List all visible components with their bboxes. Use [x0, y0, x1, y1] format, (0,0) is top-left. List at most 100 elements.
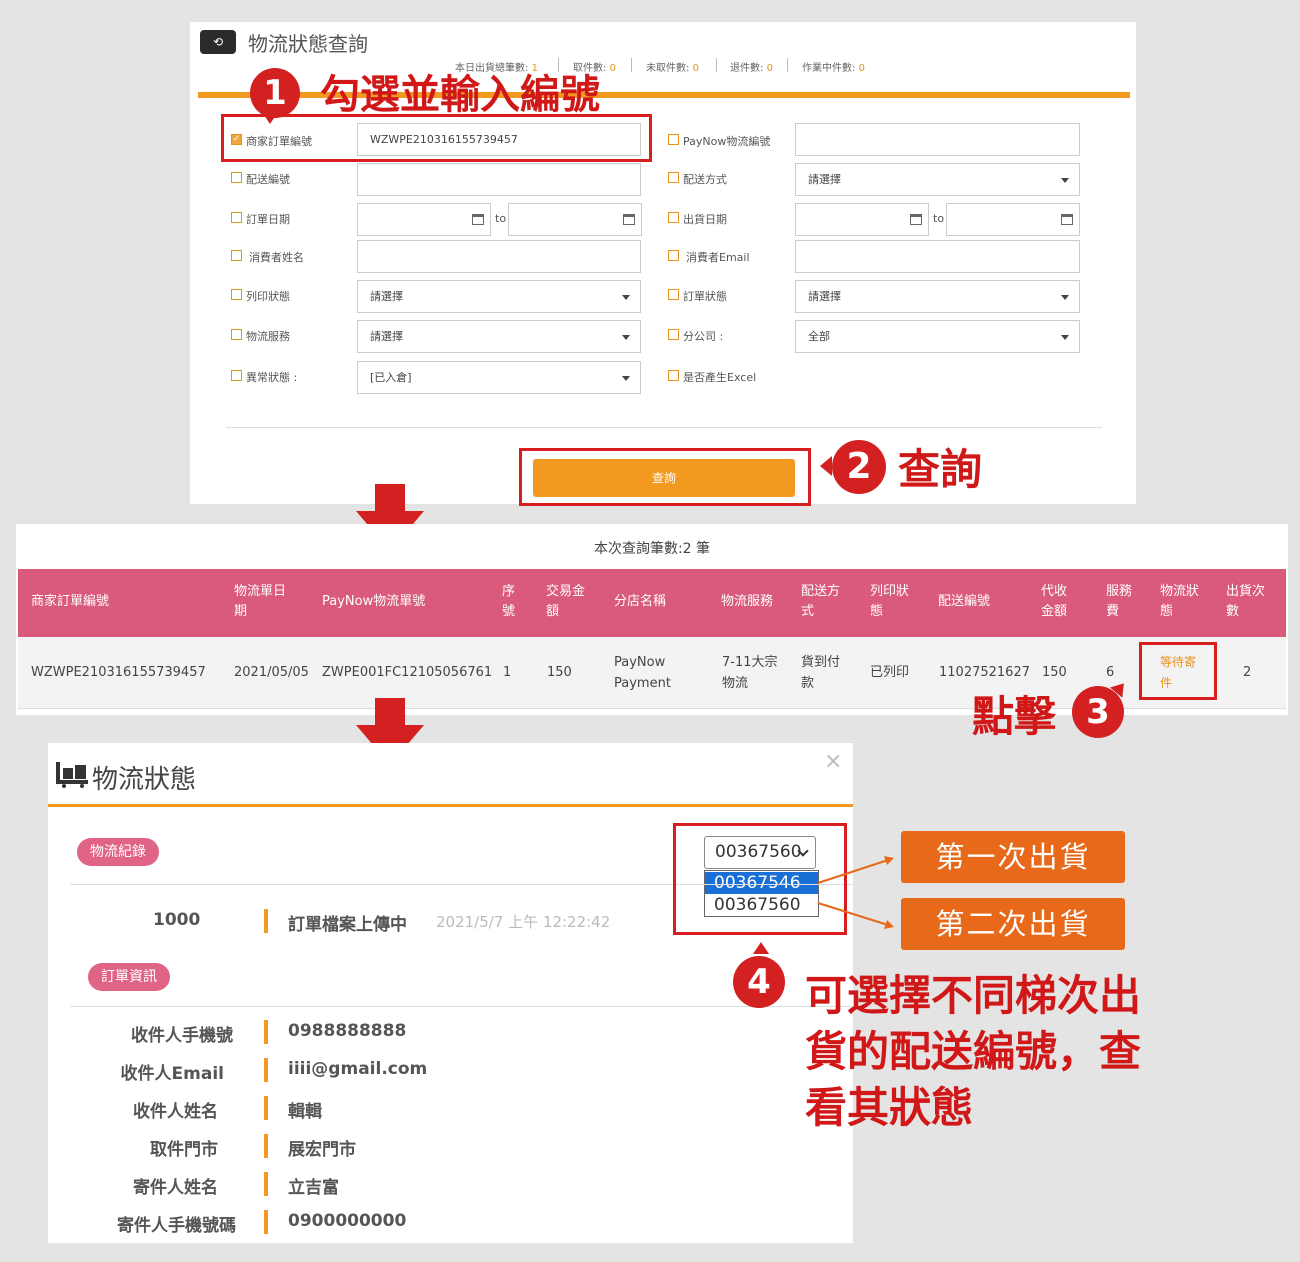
orange-bar [264, 1172, 268, 1196]
status-text: 訂單檔案上傳中 [288, 915, 407, 935]
order-date-label: 訂單日期 [246, 213, 290, 226]
box-refresh-icon: ⟲ [200, 30, 236, 54]
delivery-no-input[interactable] [357, 163, 641, 196]
th-merchant-order: 商家訂單編號 [31, 594, 110, 609]
consumer-email-label: 消費者Email [686, 251, 750, 264]
calendar-icon[interactable] [1061, 214, 1073, 225]
info-value: 展宏門市 [288, 1140, 356, 1160]
delivery-no-label: 配送編號 [246, 173, 290, 186]
ship-date-checkbox[interactable] [668, 212, 679, 223]
stat-not-picked: 未取件數: 0 [646, 63, 699, 74]
orange-bar [264, 1134, 268, 1158]
down-arrow-icon [375, 698, 405, 726]
paynow-no-input[interactable] [795, 123, 1080, 156]
print-status-select[interactable]: 請選擇 [357, 280, 641, 313]
order-status-label: 訂單狀態 [683, 290, 727, 303]
info-key: 收件人手機號 [131, 1026, 233, 1046]
highlight-box-step3 [1139, 642, 1217, 700]
ship-date-from[interactable] [795, 203, 929, 236]
td-service: 7-11大宗 物流 [722, 655, 778, 691]
step4-pointer [753, 942, 769, 954]
consumer-email-input[interactable] [795, 240, 1080, 273]
highlight-box-step1 [221, 114, 652, 162]
pointer-lines [817, 856, 894, 929]
orange-bar [264, 1020, 268, 1044]
td-merchant-order: WZWPE210316155739457 [31, 665, 206, 680]
info-key: 收件人姓名 [133, 1102, 218, 1122]
td-cod: 150 [1042, 665, 1067, 680]
consumer-name-checkbox[interactable] [231, 250, 242, 261]
delivery-method-select[interactable]: 請選擇 [795, 163, 1080, 196]
order-info-pill: 訂單資訊 [88, 963, 170, 991]
excel-checkbox[interactable] [668, 370, 679, 381]
step4-badge: 4 [733, 956, 785, 1008]
paynow-no-checkbox[interactable] [668, 134, 679, 145]
th-delivery-no: 配送編號 [938, 594, 991, 609]
tag-first-shipment: 第一次出貨 [901, 831, 1125, 883]
th-service: 物流服務 [721, 594, 774, 609]
th-print-status: 列印狀 態 [870, 584, 910, 619]
logistics-service-checkbox[interactable] [231, 329, 242, 340]
info-key: 取件門市 [150, 1140, 218, 1160]
info-value: 輯輯 [288, 1102, 322, 1122]
td-amount: 150 [547, 665, 572, 680]
print-status-label: 列印狀態 [246, 290, 290, 303]
consumer-name-input[interactable] [357, 240, 641, 273]
page-title: 物流狀態查詢 [248, 32, 368, 56]
branch-select[interactable]: 全部 [795, 320, 1080, 353]
ship-date-to[interactable] [946, 203, 1080, 236]
modal-title: 物流狀態 [92, 765, 197, 795]
th-paynow-no: PayNow物流單號 [322, 594, 426, 609]
info-key: 收件人Email [120, 1064, 224, 1084]
status-code: 1000 [153, 910, 201, 930]
print-status-checkbox[interactable] [231, 289, 242, 300]
abnormal-status-checkbox[interactable] [231, 370, 242, 381]
calendar-icon[interactable] [623, 214, 635, 225]
divider [70, 1006, 853, 1007]
delivery-method-label: 配送方式 [683, 173, 727, 186]
abnormal-status-select[interactable]: [已入倉] [357, 361, 641, 394]
logistics-service-select[interactable]: 請選擇 [357, 320, 641, 353]
info-value: 0900000000 [288, 1211, 407, 1231]
delivery-no-checkbox[interactable] [231, 172, 242, 183]
step2-badge: 2 [832, 440, 886, 494]
th-fee: 服務 費 [1106, 584, 1133, 619]
order-date-to[interactable] [508, 203, 642, 236]
order-status-select[interactable]: 請選擇 [795, 280, 1080, 313]
calendar-icon[interactable] [910, 214, 922, 225]
to-label: to [495, 212, 507, 225]
step3-badge: 3 [1072, 686, 1124, 738]
down-arrow-icon [375, 484, 405, 512]
td-shipments: 2 [1243, 665, 1252, 680]
status-time: 2021/5/7 上午 12:22:42 [436, 913, 611, 931]
td-seq: 1 [503, 665, 512, 680]
orange-bar [264, 1210, 268, 1234]
order-date-checkbox[interactable] [231, 212, 242, 223]
stat-processing: 作業中件數: 0 [802, 63, 865, 74]
info-value: 立吉富 [288, 1178, 339, 1198]
step2-text: 查詢 [898, 445, 983, 494]
delivery-method-checkbox[interactable] [668, 172, 679, 183]
paynow-no-label: PayNow物流編號 [683, 135, 771, 148]
th-amount: 交易金 額 [546, 584, 586, 619]
truck-cart-icon [56, 762, 88, 788]
th-shipments: 出貨次 數 [1226, 584, 1266, 619]
info-value: iiii@gmail.com [288, 1059, 428, 1079]
step3-text: 點擊 [972, 692, 1057, 741]
logistics-record-pill: 物流紀錄 [77, 838, 159, 866]
step4-line: 可選擇不同梯次出 [805, 971, 1142, 1020]
info-key: 寄件人姓名 [133, 1178, 218, 1198]
close-icon[interactable]: × [824, 749, 842, 774]
order-status-checkbox[interactable] [668, 289, 679, 300]
step4-line: 看其狀態 [805, 1083, 974, 1132]
order-date-from[interactable] [357, 203, 491, 236]
step2-pointer [820, 456, 832, 476]
td-fee: 6 [1106, 665, 1115, 680]
calendar-icon[interactable] [472, 214, 484, 225]
logistics-status-modal: 物流狀態 × 物流紀錄 00367560 00367546 00367560 1… [48, 743, 853, 1243]
step4-text: 可選擇不同梯次出 貨的配送編號，查 看其狀態 [805, 968, 1141, 1136]
consumer-email-checkbox[interactable] [668, 250, 679, 261]
step1-pointer [262, 112, 278, 124]
divider [226, 427, 1102, 428]
branch-checkbox[interactable] [668, 329, 679, 340]
